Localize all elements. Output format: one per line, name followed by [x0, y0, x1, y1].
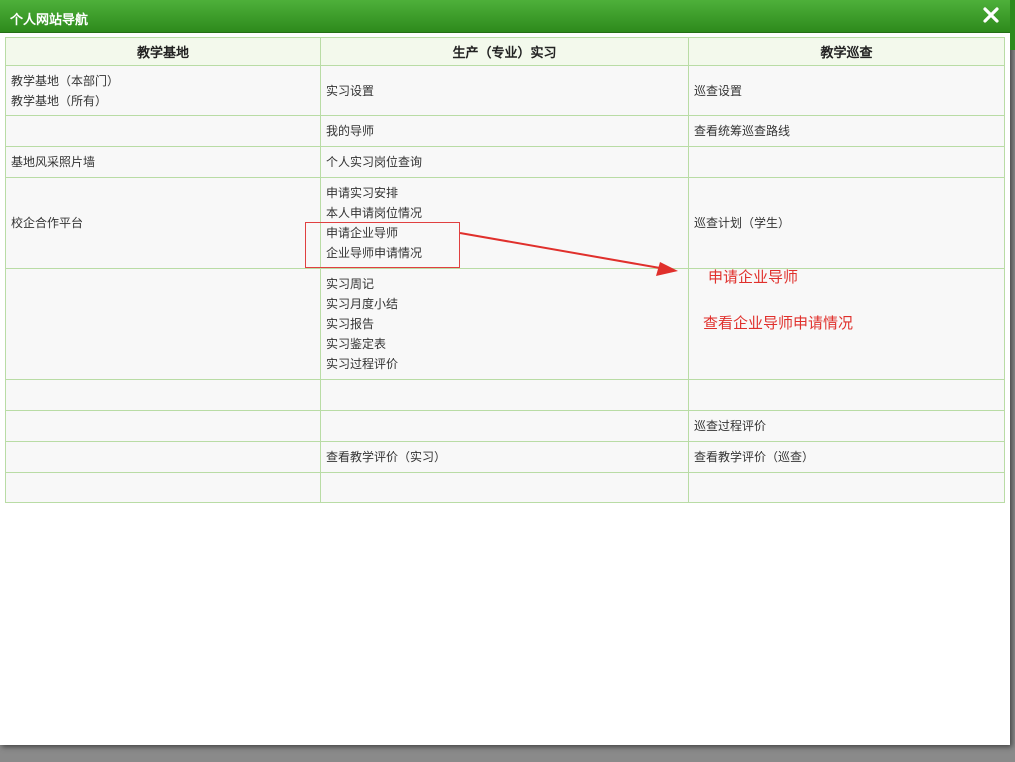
table-cell [5, 115, 321, 147]
column-header-patrol: 教学巡查 [688, 37, 1005, 66]
link-my-mentor[interactable]: 我的导师 [326, 121, 683, 141]
column-header-internship: 生产（专业）实习 [320, 37, 689, 66]
table-cell [5, 268, 321, 380]
link-internship-post-query[interactable]: 个人实习岗位查询 [326, 152, 683, 172]
table-row: 查看教学评价（实习） 查看教学评价（巡查） [5, 441, 1005, 473]
link-patrol-settings[interactable]: 巡查设置 [694, 81, 999, 101]
table-cell: 查看教学评价（巡查） [688, 441, 1005, 473]
link-patrol-process-evaluation[interactable]: 巡查过程评价 [694, 416, 999, 436]
table-row: 教学基地（本部门） 教学基地（所有） 实习设置 巡查设置 [5, 65, 1005, 116]
link-internship-report[interactable]: 实习报告 [326, 314, 683, 334]
table-cell [5, 472, 321, 503]
column-header-teaching-base: 教学基地 [5, 37, 321, 66]
table-cell: 巡查设置 [688, 65, 1005, 116]
table-cell: 申请实习安排 本人申请岗位情况 申请企业导师 企业导师申请情况 [320, 177, 689, 269]
annotation-label-view-mentor-status: 查看企业导师申请情况 [703, 314, 854, 332]
table-cell [320, 379, 689, 411]
table-row: 实习周记 实习月度小结 实习报告 实习鉴定表 实习过程评价 [5, 268, 1005, 380]
table-cell: 实习设置 [320, 65, 689, 116]
table-header-row: 教学基地 生产（专业）实习 教学巡查 [5, 37, 1005, 66]
table-cell [5, 441, 321, 473]
link-base-photo-wall[interactable]: 基地风采照片墙 [11, 152, 315, 172]
navigation-dialog: 个人网站导航 教学基地 生产（专业）实习 教学巡查 教学基地（本部门） 教学基地… [0, 0, 1010, 745]
table-cell: 我的导师 [320, 115, 689, 147]
table-cell [688, 146, 1005, 178]
link-weekly-journal[interactable]: 实习周记 [326, 274, 683, 294]
link-my-post-application[interactable]: 本人申请岗位情况 [326, 203, 683, 223]
link-process-evaluation[interactable]: 实习过程评价 [326, 354, 683, 374]
table-cell [5, 379, 321, 411]
link-appraisal-form[interactable]: 实习鉴定表 [326, 334, 683, 354]
annotation-label-apply-mentor: 申请企业导师 [708, 268, 799, 286]
table-cell: 校企合作平台 [5, 177, 321, 269]
table-cell: 教学基地（本部门） 教学基地（所有） [5, 65, 321, 116]
link-school-enterprise-platform[interactable]: 校企合作平台 [11, 213, 315, 233]
table-row: 基地风采照片墙 个人实习岗位查询 [5, 146, 1005, 178]
link-apply-internship[interactable]: 申请实习安排 [326, 183, 683, 203]
table-row: 校企合作平台 申请实习安排 本人申请岗位情况 申请企业导师 企业导师申请情况 巡… [5, 177, 1005, 269]
link-enterprise-mentor-status[interactable]: 企业导师申请情况 [326, 243, 683, 263]
table-cell [320, 410, 689, 442]
link-internship-settings[interactable]: 实习设置 [326, 81, 683, 101]
table-cell: 查看教学评价（实习） [320, 441, 689, 473]
table-cell: 实习周记 实习月度小结 实习报告 实习鉴定表 实习过程评价 [320, 268, 689, 380]
table-row [5, 472, 1005, 503]
background-strip [1010, 0, 1015, 50]
link-view-teaching-eval-patrol[interactable]: 查看教学评价（巡查） [694, 447, 999, 467]
link-monthly-summary[interactable]: 实习月度小结 [326, 294, 683, 314]
link-teaching-base-all[interactable]: 教学基地（所有） [11, 91, 315, 111]
dialog-title: 个人网站导航 [10, 13, 89, 28]
table-cell [320, 472, 689, 503]
link-view-teaching-eval-internship[interactable]: 查看教学评价（实习） [326, 447, 683, 467]
table-cell: 巡查过程评价 [688, 410, 1005, 442]
table-row [5, 379, 1005, 411]
close-icon[interactable] [982, 6, 1000, 24]
table-cell: 个人实习岗位查询 [320, 146, 689, 178]
link-view-patrol-route[interactable]: 查看统筹巡查路线 [694, 121, 999, 141]
table-cell [688, 379, 1005, 411]
link-apply-enterprise-mentor[interactable]: 申请企业导师 [326, 223, 683, 243]
link-teaching-base-dept[interactable]: 教学基地（本部门） [11, 71, 315, 91]
table-cell [5, 410, 321, 442]
table-cell: 基地风采照片墙 [5, 146, 321, 178]
table-cell [688, 472, 1005, 503]
table-row: 巡查过程评价 [5, 410, 1005, 442]
dialog-titlebar: 个人网站导航 [0, 0, 1010, 33]
table-cell: 查看统筹巡查路线 [688, 115, 1005, 147]
link-patrol-plan-student[interactable]: 巡查计划（学生） [694, 213, 999, 233]
table-cell: 巡查计划（学生） [688, 177, 1005, 269]
table-row: 我的导师 查看统筹巡查路线 [5, 115, 1005, 147]
navigation-table: 教学基地 生产（专业）实习 教学巡查 教学基地（本部门） 教学基地（所有） 实习… [5, 37, 1005, 503]
